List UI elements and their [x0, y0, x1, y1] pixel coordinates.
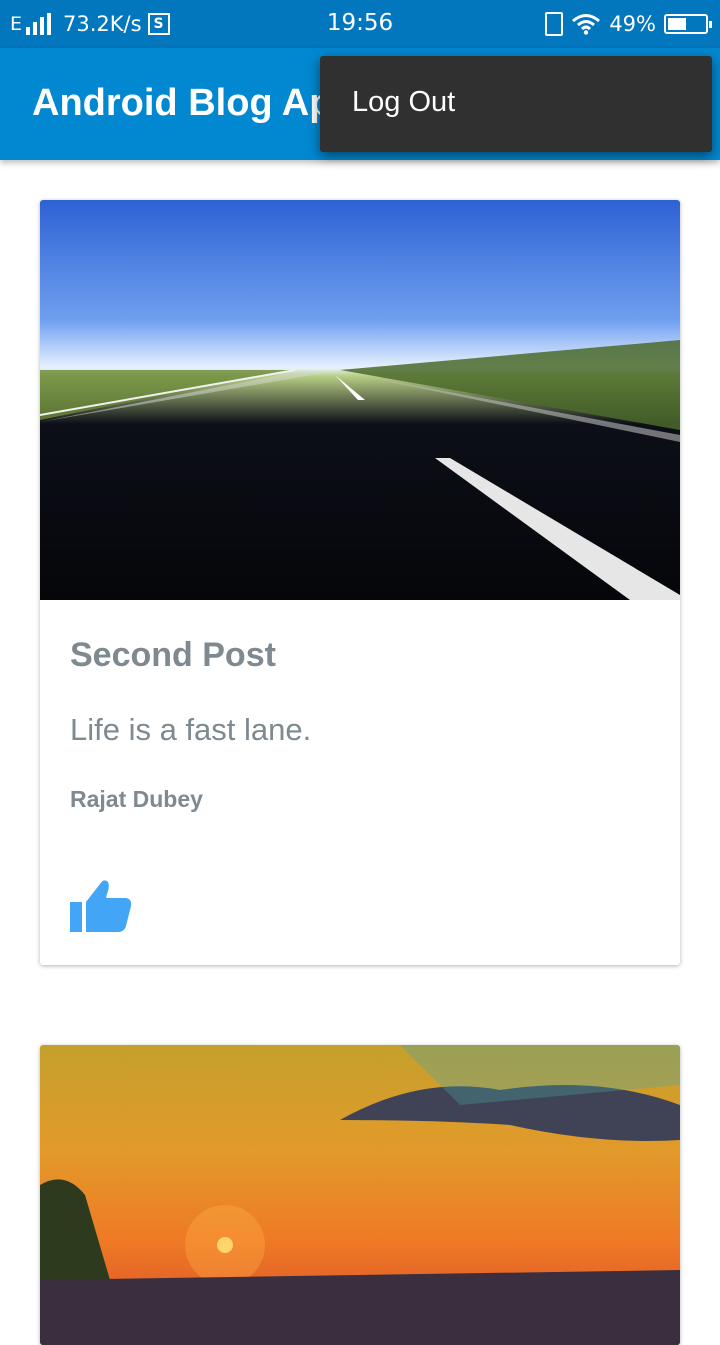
battery-percent: 49%	[609, 12, 656, 36]
post-image	[40, 200, 680, 600]
wifi-icon	[571, 13, 601, 35]
battery-icon	[664, 14, 712, 34]
battery-tip	[709, 21, 712, 28]
app-title: Android Blog App	[32, 82, 356, 124]
menu-item-log-out[interactable]: Log Out	[352, 86, 455, 119]
battery-fill	[668, 18, 686, 30]
like-button[interactable]	[70, 876, 132, 934]
thumbs-up-icon	[70, 880, 132, 932]
post-card: Second Post Life is a fast lane. Rajat D…	[40, 200, 680, 965]
status-bar: E 73.2K/s S 19:56 49%	[0, 0, 720, 48]
overflow-menu: Log Out	[320, 56, 712, 152]
post-body: Life is a fast lane.	[70, 712, 312, 747]
post-title: Second Post	[70, 636, 276, 674]
post-author: Rajat Dubey	[70, 786, 203, 812]
status-right: 49%	[545, 10, 712, 38]
vibrate-icon	[545, 12, 564, 36]
post-card	[40, 1045, 680, 1345]
post-image	[40, 1045, 680, 1345]
